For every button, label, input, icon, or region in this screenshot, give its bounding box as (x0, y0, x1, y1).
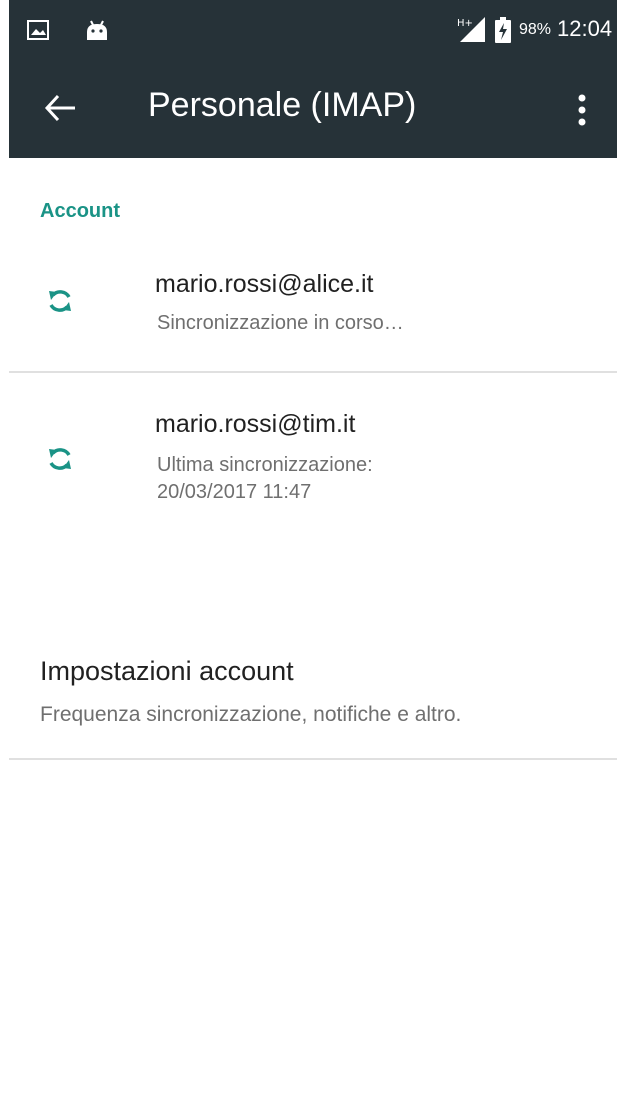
divider (9, 371, 617, 373)
signal-h-plus-icon: H+ (456, 15, 486, 48)
battery-percent: 98% (519, 21, 552, 38)
overflow-menu-button[interactable] (567, 90, 597, 130)
redaction-box (443, 262, 473, 304)
toolbar-title: Personale (IMAP) (148, 86, 417, 124)
account-email: mario.rossi@tim.it (155, 410, 356, 438)
account-settings-title: Impostazioni account (40, 656, 294, 686)
more-vert-icon (567, 94, 597, 134)
back-button[interactable] (39, 86, 83, 130)
clock: 12:04 (557, 16, 613, 41)
account-item-alice[interactable]: mario.rossi@alice.it Sincronizzazione in… (9, 250, 617, 370)
redaction-box (420, 406, 450, 448)
toolbar: Personale (IMAP) (9, 62, 617, 158)
account-email: mario.rossi@alice.it (155, 270, 374, 298)
divider (9, 758, 617, 760)
svg-text:H+: H+ (457, 18, 473, 29)
gallery-icon (27, 20, 49, 45)
screen: H+ 98% 12:04 Personale (IMAP) Account ma… (0, 0, 617, 1095)
status-bar: H+ 98% 12:04 (9, 0, 617, 62)
sync-icon (45, 286, 75, 316)
arrow-back-icon (39, 94, 83, 134)
section-header-account: Account (40, 200, 120, 222)
account-sync-date: 20/03/2017 11:47 (157, 481, 312, 503)
app-header: H+ 98% 12:04 Personale (IMAP) (9, 0, 617, 158)
account-settings-subtitle: Frequenza sincronizzazione, notifiche e … (40, 703, 462, 726)
account-sync-status: Ultima sincronizzazione: (157, 454, 373, 476)
account-settings-item[interactable] (9, 630, 617, 758)
account-item-tim[interactable]: mario.rossi@tim.it Ultima sincronizzazio… (9, 400, 617, 530)
battery-charging-icon (495, 17, 511, 48)
sync-icon (45, 444, 75, 474)
android-icon (85, 20, 109, 47)
account-sync-status: Sincronizzazione in corso… (157, 312, 404, 334)
